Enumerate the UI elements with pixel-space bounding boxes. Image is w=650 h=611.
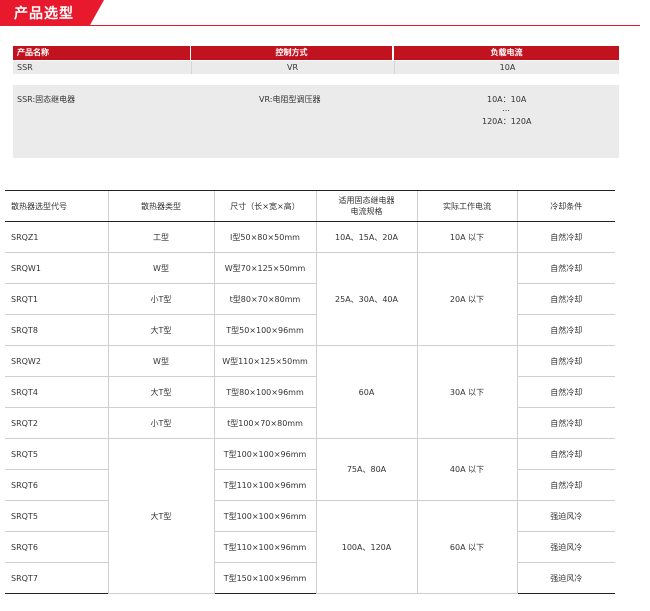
cell-size: T型80×100×96mm — [213, 376, 316, 408]
selection-values: SSR VR 10A — [13, 61, 619, 74]
col-current: 实际工作电流 — [416, 190, 517, 222]
cell-cooling: 自然冷却 — [516, 252, 615, 284]
cell-rating: 60A — [315, 345, 417, 439]
cell-size: W型110×125×50mm — [213, 345, 316, 377]
col-cooling: 冷却条件 — [516, 190, 615, 222]
cell-type: 小T型 — [107, 407, 214, 439]
note-product: SSR:固态继电器 — [17, 95, 76, 104]
table-row: SRQT1 小T型 t型80×70×80mm 自然冷却 — [5, 283, 615, 315]
cell-current: 30A 以下 — [416, 345, 517, 439]
selection-value-load: 10A — [394, 61, 620, 74]
selection-header-product: 产品名称 — [13, 46, 190, 60]
cell-type: 大T型 — [107, 314, 214, 346]
table-row: SRQT5 大T型 T型100×100×96mm 75A、80A 40A 以下 … — [5, 438, 615, 594]
cell-size: W型70×125×50mm — [213, 252, 316, 284]
selection-value-product: SSR — [17, 63, 33, 72]
cell-current: 20A 以下 — [416, 252, 517, 346]
selection-value-control: VR — [191, 61, 393, 74]
cell-type: W型 — [107, 252, 214, 284]
table-row: SRQT6 T型110×100×96mm 强迫风冷 — [5, 531, 615, 563]
table-row: SRQT5 T型100×100×96mm 100A、120A 60A 以下 强迫… — [5, 500, 615, 594]
note-control: VR:电阻型调压器 — [259, 95, 321, 104]
cell-model: SRQT5 — [5, 438, 108, 470]
cell-model: SRQW1 — [5, 252, 108, 284]
cell-model: SRQT1 — [5, 283, 108, 315]
cell-type: 大T型 — [107, 376, 214, 408]
table-row: SRQT8 大T型 T型50×100×96mm 自然冷却 — [5, 314, 615, 346]
cell-cooling: 自然冷却 — [516, 221, 615, 253]
cell-cooling: 强迫风冷 — [516, 500, 615, 532]
cell-rating: 75A、80A — [315, 438, 417, 501]
cell-model: SRQT2 — [5, 407, 108, 439]
cell-model: SRQW2 — [5, 345, 108, 377]
cell-type: 大T型 — [107, 438, 214, 594]
table-row: SRQW2 W型 W型110×125×50mm 60A 30A 以下 自然冷却 — [5, 345, 615, 439]
cell-model: SRQT8 — [5, 314, 108, 346]
cell-cooling: 强迫风冷 — [516, 531, 615, 563]
table-row: SRQT6 T型110×100×96mm 自然冷却 — [5, 469, 615, 501]
cell-model: SRQT5 — [5, 500, 108, 532]
cell-cooling: 自然冷却 — [516, 469, 615, 501]
note-load-3: 120A：120A — [482, 117, 532, 126]
cell-type: 工型 — [107, 221, 214, 253]
cell-cooling: 强迫风冷 — [516, 562, 615, 594]
selection-header-load: 负载电流 — [394, 46, 619, 60]
section-title: 产品选型 — [14, 6, 74, 22]
selection-notes: SSR:固态继电器 VR:电阻型调压器 10A：10A … 120A：120A — [13, 85, 619, 158]
cell-rating: 10A、15A、20A — [315, 221, 417, 253]
cell-size: t型100×70×80mm — [213, 407, 316, 439]
cell-rating: 100A、120A — [315, 500, 417, 594]
note-load-2: … — [502, 104, 510, 113]
cell-model: SRQT7 — [5, 562, 108, 594]
selection-header-control: 控制方式 — [191, 46, 392, 60]
col-size: 尺寸（长×宽×高） — [213, 190, 316, 222]
cell-size: T型100×100×96mm — [213, 438, 316, 470]
cell-current: 60A 以下 — [416, 500, 517, 594]
cell-size: T型150×100×96mm — [213, 562, 316, 594]
section-divider — [0, 25, 640, 26]
cell-cooling: 自然冷却 — [516, 314, 615, 346]
cell-cooling: 自然冷却 — [516, 438, 615, 470]
cell-cooling: 自然冷却 — [516, 283, 615, 315]
cell-size: T型100×100×96mm — [213, 500, 316, 532]
cell-model: SRQZ1 — [5, 221, 108, 253]
cell-cooling: 自然冷却 — [516, 407, 615, 439]
cell-model: SRQT6 — [5, 531, 108, 563]
table-header-row: 散热器选型代号 散热器类型 尺寸（长×宽×高） 适用固态继电器 电流规格 实际工作… — [5, 190, 615, 222]
col-type: 散热器类型 — [107, 190, 214, 222]
cell-size: t型80×70×80mm — [213, 283, 316, 315]
table-row: SRQT4 大T型 T型80×100×96mm 自然冷却 — [5, 376, 615, 408]
cell-size: T型110×100×96mm — [213, 531, 316, 563]
cell-current: 40A 以下 — [416, 438, 517, 501]
heatsink-table: 散热器选型代号 散热器类型 尺寸（长×宽×高） 适用固态继电器 电流规格 实际工作… — [5, 190, 615, 594]
cell-cooling: 自然冷却 — [516, 345, 615, 377]
cell-model: SRQT4 — [5, 376, 108, 408]
cell-cooling: 自然冷却 — [516, 376, 615, 408]
table-row: SRQW1 W型 W型70×125×50mm 25A、30A、40A 20A 以… — [5, 252, 615, 346]
cell-size: T型50×100×96mm — [213, 314, 316, 346]
cell-size: I型50×80×50mm — [213, 221, 316, 253]
cell-type: W型 — [107, 345, 214, 377]
cell-current: 10A 以下 — [416, 221, 517, 253]
cell-type: 小T型 — [107, 283, 214, 315]
cell-rating: 25A、30A、40A — [315, 252, 417, 346]
table-row: SRQT2 小T型 t型100×70×80mm 自然冷却 — [5, 407, 615, 439]
col-rating: 适用固态继电器 电流规格 — [315, 190, 417, 222]
cell-size: T型110×100×96mm — [213, 469, 316, 501]
table-row: SRQT7 T型150×100×96mm 强迫风冷 — [5, 562, 615, 594]
selection-header: 产品名称 控制方式 负载电流 — [13, 46, 619, 60]
col-model: 散热器选型代号 — [5, 190, 108, 222]
cell-model: SRQT6 — [5, 469, 108, 501]
table-row: SRQZ1 工型 I型50×80×50mm 10A、15A、20A 10A 以下… — [5, 221, 615, 253]
